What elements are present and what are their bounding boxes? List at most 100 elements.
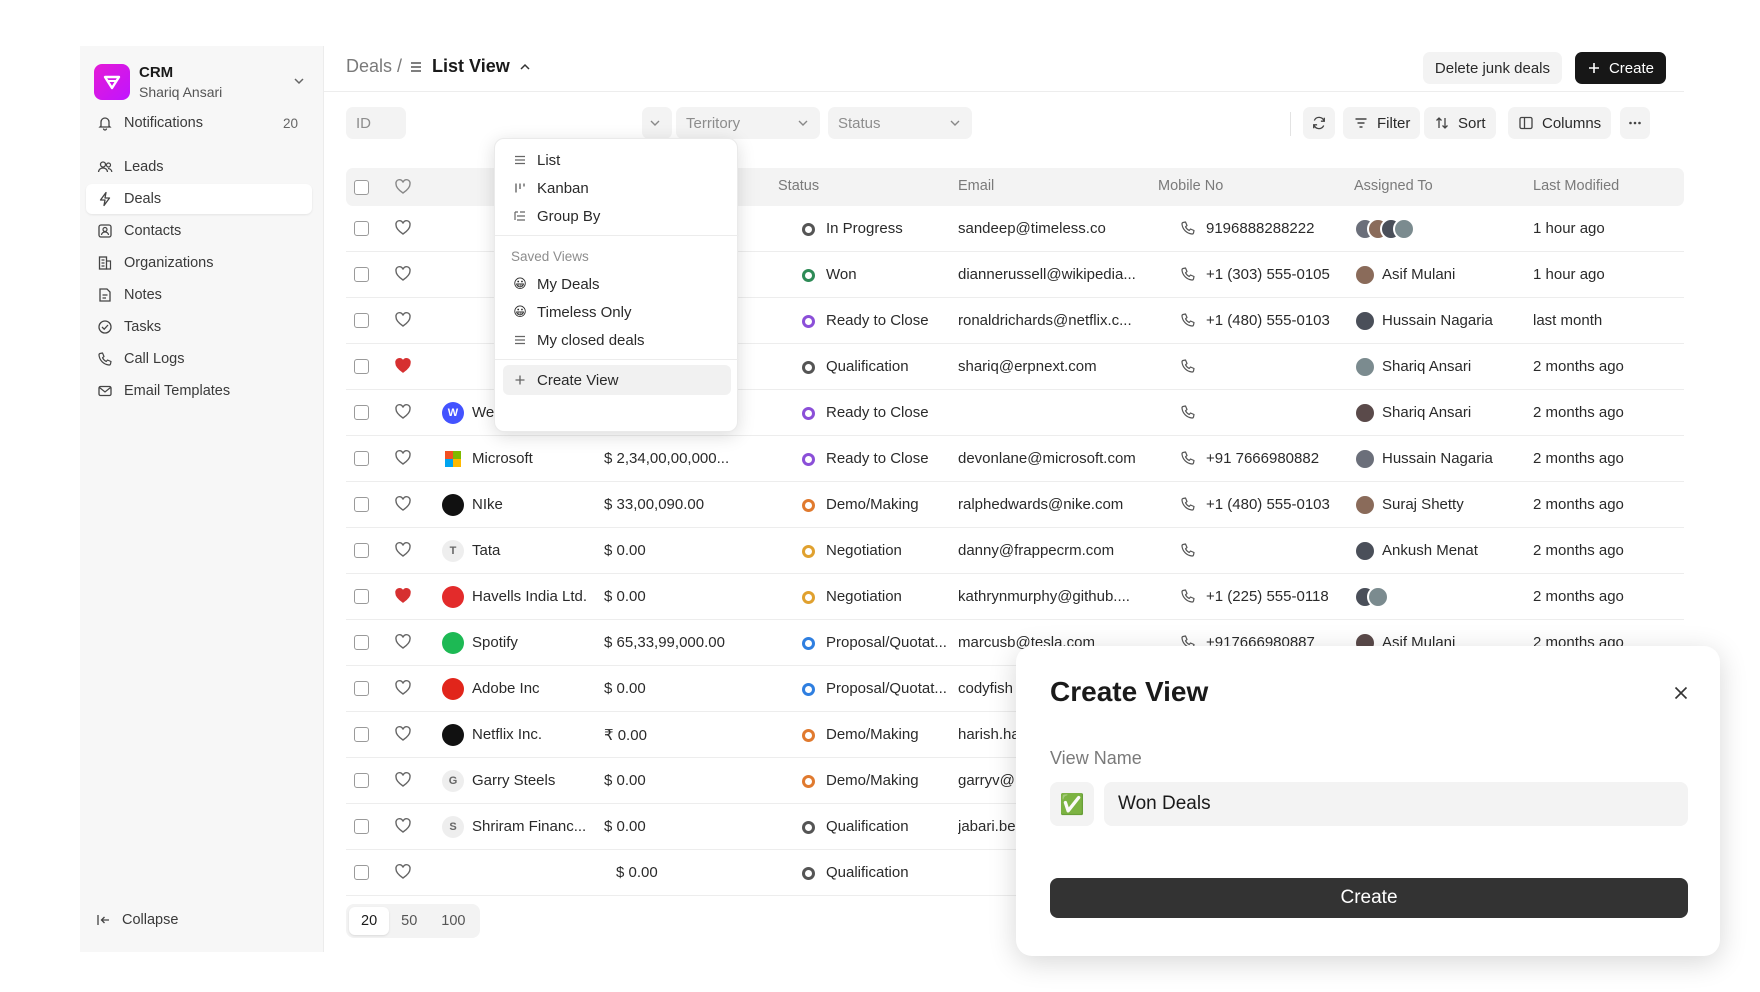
delete-junk-deals-button[interactable]: Delete junk deals — [1422, 52, 1562, 84]
id-filter-input[interactable]: ID — [346, 107, 406, 139]
hidden-filter-select[interactable] — [642, 107, 672, 139]
sidebar-item-organizations[interactable]: Organizations — [86, 248, 312, 278]
columns-button[interactable]: Columns — [1508, 107, 1612, 139]
email-cell[interactable]: devonlane@microsoft.com — [958, 450, 1140, 467]
sidebar-item-notes[interactable]: Notes — [86, 280, 312, 310]
organization-name[interactable]: Spotify — [472, 634, 612, 651]
heart-icon[interactable] — [394, 771, 412, 789]
column-header-modified[interactable]: Last Modified — [1533, 178, 1619, 194]
menu-item-list[interactable]: List — [503, 145, 731, 175]
email-cell[interactable]: danny@frappecrm.com — [958, 542, 1140, 559]
workspace-switcher[interactable]: CRM Shariq Ansari — [94, 62, 310, 106]
view-switcher[interactable]: List View — [408, 56, 532, 77]
row-checkbox[interactable] — [354, 773, 369, 788]
menu-item-label: Group By — [537, 207, 601, 225]
page-size-20[interactable]: 20 — [349, 907, 390, 935]
email-cell[interactable]: shariq@erpnext.com — [958, 358, 1140, 375]
row-checkbox[interactable] — [354, 727, 369, 742]
row-checkbox[interactable] — [354, 543, 369, 558]
saved-view-timeless-only[interactable]: 😀 Timeless Only — [503, 297, 731, 327]
organization-name[interactable]: Netflix Inc. — [472, 726, 612, 743]
column-header-status[interactable]: Status — [778, 178, 819, 194]
column-header-email[interactable]: Email — [958, 178, 994, 194]
create-view-menu-item[interactable]: Create View — [503, 365, 731, 395]
row-checkbox[interactable] — [354, 267, 369, 282]
organization-name[interactable]: Adobe Inc — [472, 680, 612, 697]
sidebar-item-tasks[interactable]: Tasks — [86, 312, 312, 342]
row-checkbox[interactable] — [354, 313, 369, 328]
sidebar-item-call-logs[interactable]: Call Logs — [86, 344, 312, 374]
close-button[interactable] — [1672, 684, 1690, 702]
phone-icon — [1180, 450, 1196, 466]
heart-icon[interactable] — [394, 817, 412, 835]
row-checkbox[interactable] — [354, 451, 369, 466]
breadcrumb-deals[interactable]: Deals / — [346, 56, 402, 77]
menu-item-kanban[interactable]: Kanban — [503, 173, 731, 203]
heart-icon[interactable] — [394, 449, 412, 467]
sort-button[interactable]: Sort — [1424, 107, 1496, 139]
heart-icon[interactable] — [394, 725, 412, 743]
page-size-100[interactable]: 100 — [429, 907, 477, 935]
heart-icon[interactable] — [394, 679, 412, 697]
row-checkbox[interactable] — [354, 681, 369, 696]
table-row[interactable]: T Tata $ 0.00 Negotiation danny@frappecrm.co… — [346, 528, 1684, 574]
email-cell[interactable]: kathrynmurphy@github.... — [958, 588, 1140, 605]
collapse-button[interactable]: Collapse — [96, 912, 178, 928]
row-checkbox[interactable] — [354, 405, 369, 420]
heart-icon[interactable] — [394, 863, 412, 881]
sort-icon — [1434, 115, 1450, 131]
heart-icon[interactable] — [394, 633, 412, 651]
select-all-checkbox[interactable] — [354, 180, 369, 195]
sidebar-item-contacts[interactable]: Contacts — [86, 216, 312, 246]
heart-icon[interactable] — [394, 265, 412, 283]
organization-name[interactable]: Tata — [472, 542, 612, 559]
sidebar-item-leads[interactable]: Leads — [86, 152, 312, 182]
menu-item-label: List — [537, 151, 561, 169]
row-checkbox[interactable] — [354, 865, 369, 880]
emoji-picker-button[interactable]: ✅ — [1050, 782, 1094, 826]
organization-name[interactable]: Microsoft — [472, 450, 612, 467]
create-deal-button[interactable]: Create — [1574, 52, 1666, 84]
saved-view-my-closed-deals[interactable]: My closed deals — [503, 325, 731, 355]
table-row[interactable]: NIke $ 33,00,090.00 Demo/Making ralphedward… — [346, 482, 1684, 528]
row-checkbox[interactable] — [354, 819, 369, 834]
row-checkbox[interactable] — [354, 635, 369, 650]
email-cell[interactable]: diannerussell@wikipedia... — [958, 266, 1140, 283]
page-size-50[interactable]: 50 — [389, 907, 429, 935]
column-header-mobile[interactable]: Mobile No — [1158, 178, 1223, 194]
row-checkbox[interactable] — [354, 359, 369, 374]
menu-item-group-by[interactable]: Group By — [503, 201, 731, 231]
more-options-button[interactable] — [1620, 107, 1650, 139]
filter-button[interactable]: Filter — [1343, 107, 1421, 139]
organization-name[interactable]: Shriram Financ... — [472, 818, 612, 835]
row-checkbox[interactable] — [354, 497, 369, 512]
view-name-input[interactable] — [1104, 782, 1688, 826]
heart-icon[interactable] — [394, 495, 412, 513]
sidebar-item-notifications[interactable]: Notifications 20 — [86, 108, 312, 138]
row-checkbox[interactable] — [354, 589, 369, 604]
heart-icon[interactable] — [394, 541, 412, 559]
territory-filter-select[interactable]: Territory — [676, 107, 820, 139]
phone-icon — [96, 350, 114, 368]
saved-view-my-deals[interactable]: 😀 My Deals — [503, 269, 731, 299]
organization-name[interactable]: Havells India Ltd. — [472, 588, 612, 605]
table-row[interactable]: Microsoft $ 2,34,00,00,000... Ready to Clo… — [346, 436, 1684, 482]
email-cell[interactable]: ralphedwards@nike.com — [958, 496, 1140, 513]
create-view-button[interactable]: Create — [1050, 878, 1688, 918]
heart-icon[interactable] — [394, 311, 412, 329]
sidebar-item-email-templates[interactable]: Email Templates — [86, 376, 312, 406]
row-checkbox[interactable] — [354, 221, 369, 236]
heart-icon[interactable] — [394, 219, 412, 237]
column-header-assigned[interactable]: Assigned To — [1354, 178, 1433, 194]
heart-icon[interactable] — [394, 357, 412, 375]
organization-name[interactable]: Garry Steels — [472, 772, 612, 789]
sidebar-item-deals[interactable]: Deals — [86, 184, 312, 214]
email-cell[interactable]: sandeep@timeless.co — [958, 220, 1140, 237]
organization-name[interactable]: NIke — [472, 496, 612, 513]
status-filter-select[interactable]: Status — [828, 107, 972, 139]
refresh-button[interactable] — [1303, 107, 1335, 139]
email-cell[interactable]: ronaldrichards@netflix.c... — [958, 312, 1140, 329]
table-row[interactable]: Havells India Ltd. $ 0.00 Negotiation kathr… — [346, 574, 1684, 620]
heart-icon[interactable] — [394, 587, 412, 605]
heart-icon[interactable] — [394, 403, 412, 421]
